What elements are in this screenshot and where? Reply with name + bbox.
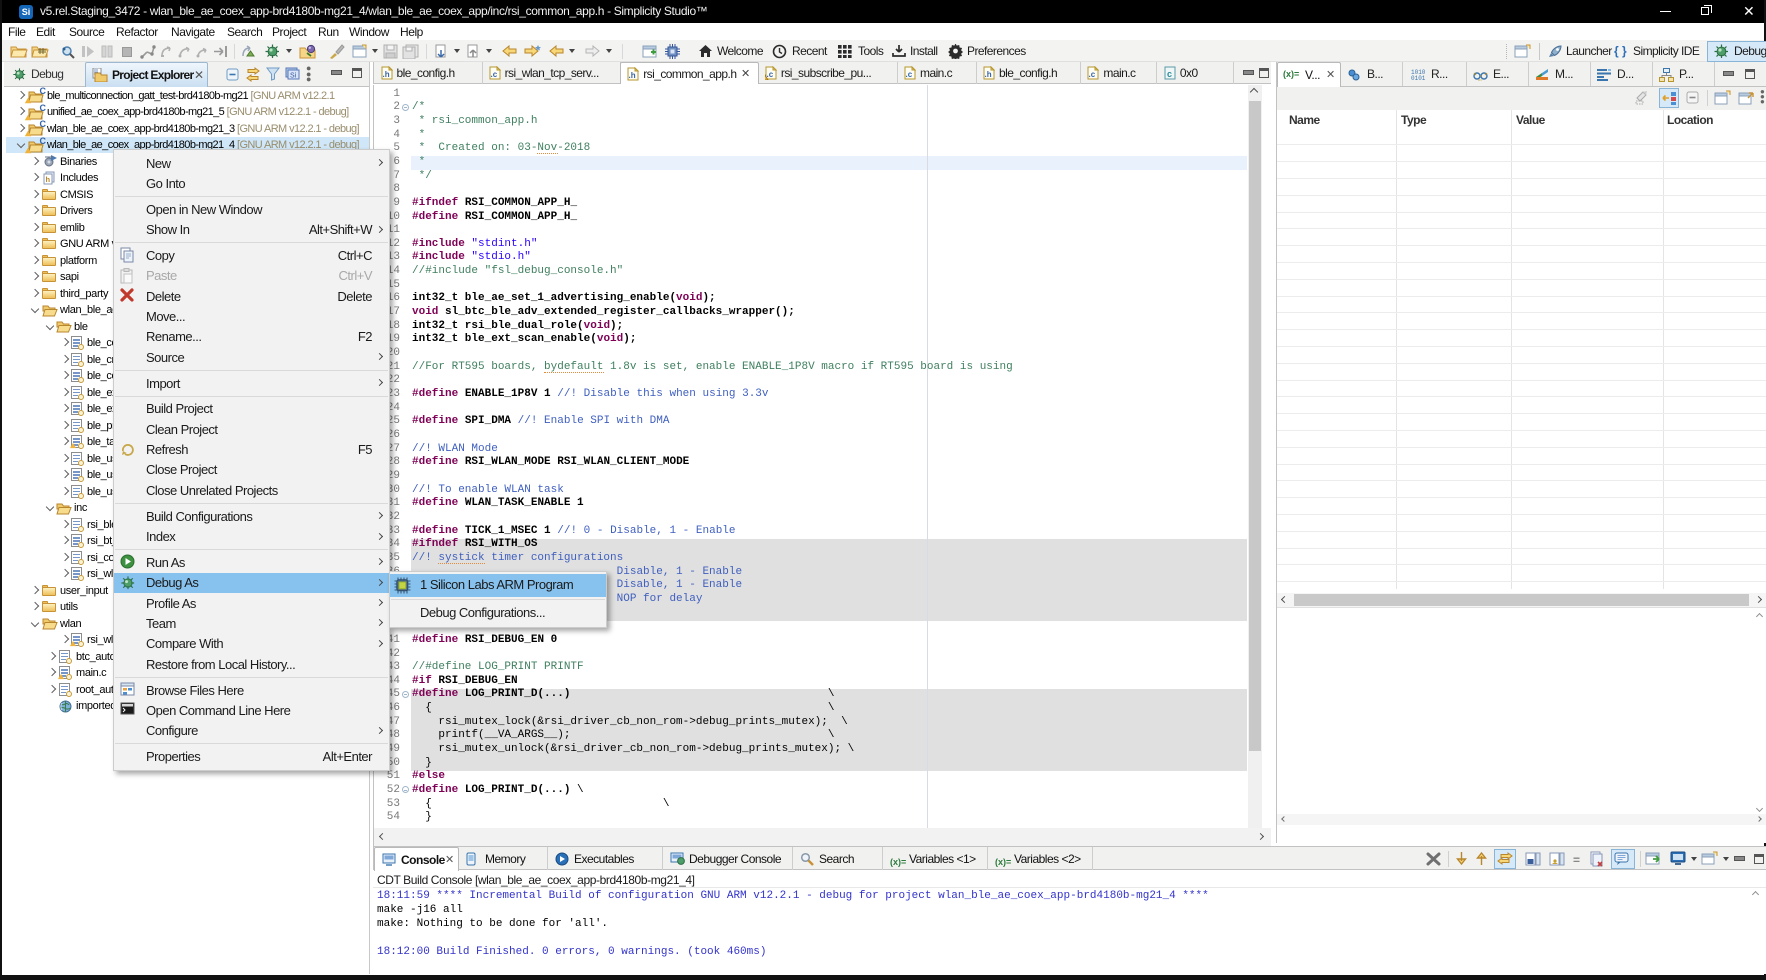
svg-text:x=: x=: [1478, 77, 1483, 81]
svg-text:Si: Si: [290, 73, 297, 80]
svg-text:.h: .h: [985, 70, 992, 79]
svg-text:0101: 0101: [1411, 75, 1426, 81]
svg-text:.c: .c: [766, 70, 773, 79]
svg-text:h: h: [46, 175, 51, 184]
svg-text:.h: .h: [629, 71, 636, 80]
svg-text:.c: .c: [490, 70, 497, 79]
svg-text:.c: .c: [906, 70, 913, 79]
svg-text:c: c: [1167, 69, 1172, 79]
svg-text:.c: .c: [1089, 70, 1096, 79]
svg-text:.h: .h: [382, 70, 389, 79]
